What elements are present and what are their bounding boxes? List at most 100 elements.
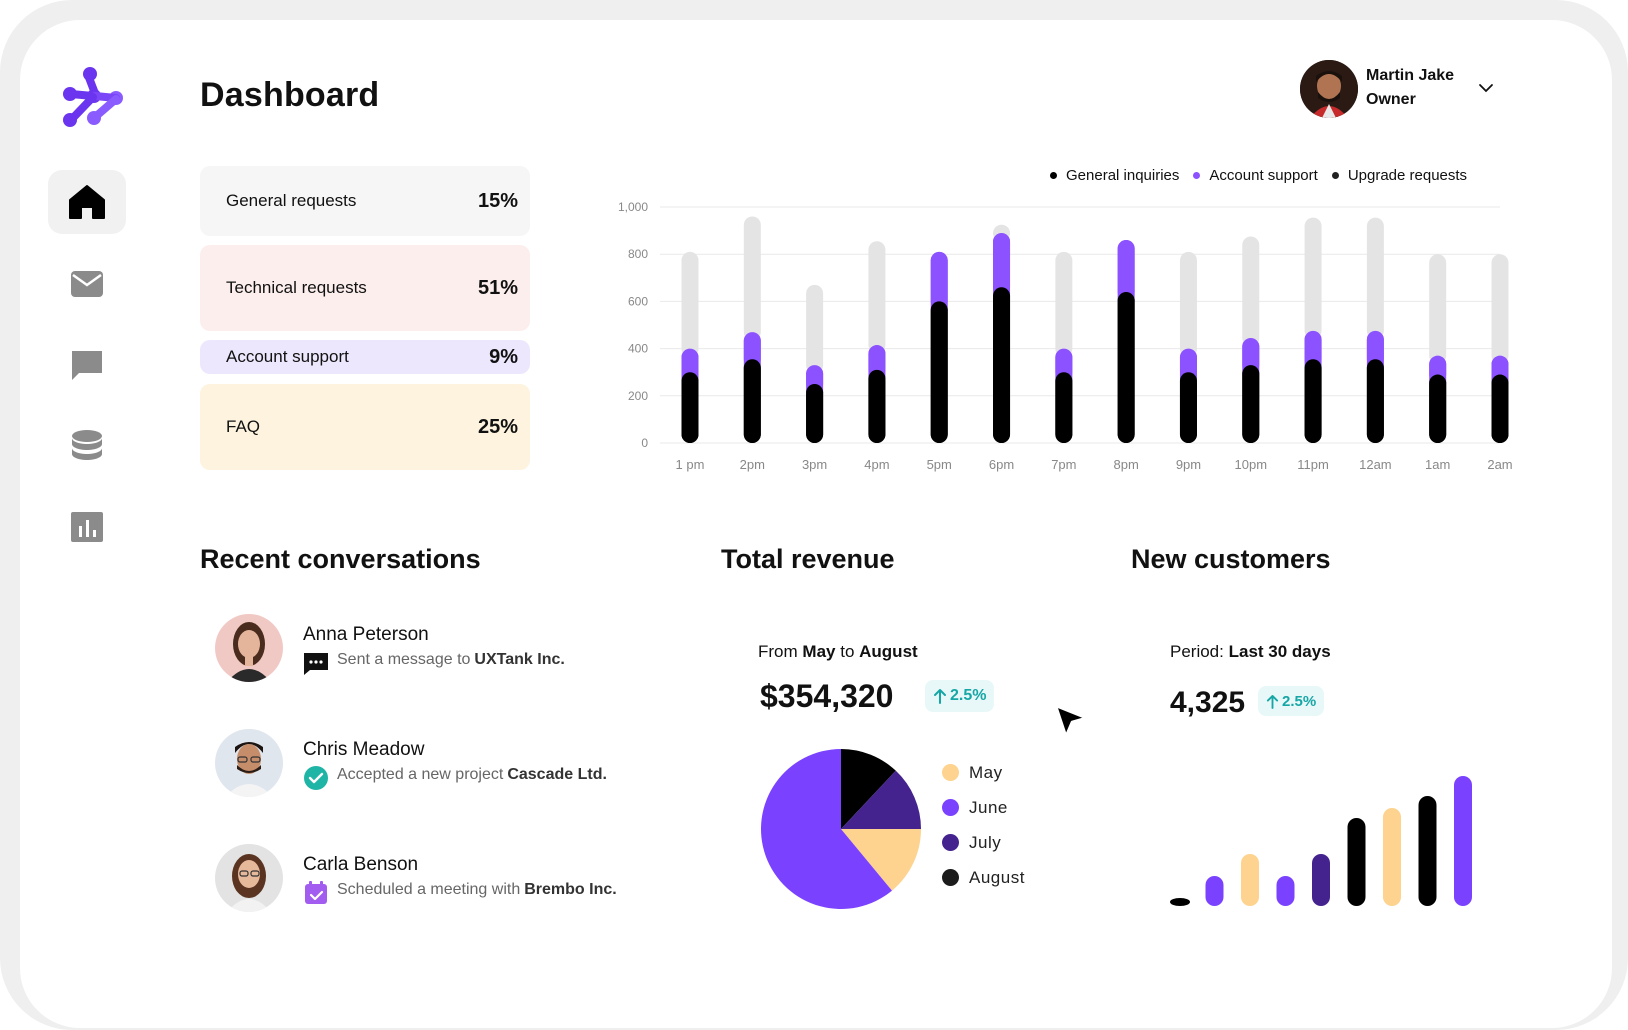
- arrow-up-icon: [1266, 694, 1279, 709]
- conversation-action: Scheduled a meeting with Brembo Inc.: [337, 881, 617, 899]
- pie-legend: May June July August: [942, 755, 1025, 895]
- legend-item-general-inquiries: General inquiries: [1050, 167, 1179, 184]
- bar-segment: [930, 301, 948, 443]
- section-title-conversations: Recent conversations: [200, 544, 481, 574]
- request-card-faq[interactable]: FAQ 25%: [200, 384, 530, 470]
- y-tick-label: 1,000: [618, 200, 648, 214]
- action-target: Cascade Ltd.: [507, 766, 607, 783]
- sidebar-item-mail[interactable]: [48, 252, 126, 316]
- customer-bar: [1454, 776, 1472, 906]
- bar-segment: [743, 359, 761, 443]
- request-value: 25%: [477, 415, 518, 438]
- action-text: Accepted a new project: [337, 766, 504, 783]
- legend-dot: [942, 834, 959, 851]
- user-name: Martin Jake: [1366, 67, 1455, 84]
- bar-segment: [993, 287, 1011, 443]
- bar-segment: [868, 369, 886, 443]
- contact-name: Carla Benson: [303, 854, 419, 875]
- x-tick-label: 6pm: [989, 457, 1014, 472]
- bar-segment: [1242, 236, 1260, 347]
- revenue-value: $354,320: [760, 678, 894, 714]
- request-value: 9%: [489, 345, 518, 368]
- sidebar-item-chat[interactable]: [48, 333, 126, 397]
- customer-bar: [1418, 796, 1437, 906]
- customer-bar: [1205, 876, 1224, 906]
- action-target: Brembo Inc.: [524, 881, 617, 898]
- x-tick-label: 3pm: [802, 457, 827, 472]
- bar-segment: [1304, 217, 1322, 340]
- request-label: General requests: [226, 191, 357, 210]
- request-card-account-support[interactable]: Account support 9%: [200, 340, 530, 374]
- period-to: August: [859, 642, 918, 661]
- x-tick-label: 4pm: [864, 457, 889, 472]
- customer-bar: [1347, 818, 1366, 906]
- legend-dot: [1050, 172, 1057, 179]
- pie-legend-item: June: [942, 790, 1025, 825]
- customers-bar-chart: [1170, 776, 1472, 906]
- requests-bar-chart: 1,000 800 600 400 200 0 1 pm 2pm 3pm 4pm 5pm 6pm 7pm…: [618, 200, 1513, 472]
- bar-segment: [1429, 374, 1447, 443]
- x-tick-label: 11pm: [1297, 457, 1329, 472]
- request-card-general[interactable]: General requests 15%: [200, 166, 530, 236]
- bar-segment: [1055, 372, 1073, 443]
- sidebar-item-home[interactable]: [48, 170, 126, 234]
- sidebar-item-database[interactable]: [48, 414, 126, 478]
- bar-segment: [806, 284, 824, 374]
- x-tick-label: 7pm: [1051, 457, 1076, 472]
- avatar: [215, 614, 283, 682]
- x-tick-label: 5pm: [927, 457, 952, 472]
- calendar-icon: [305, 881, 327, 904]
- bar-segment: [1491, 254, 1509, 365]
- conversation-item[interactable]: Carla Benson Scheduled a meeting with Bre…: [215, 844, 675, 914]
- legend-label: Account support: [1209, 167, 1318, 184]
- pie-legend-item: August: [942, 860, 1025, 895]
- user-role: Owner: [1366, 91, 1416, 108]
- contact-name: Chris Meadow: [303, 739, 425, 760]
- legend-label: August: [969, 867, 1025, 887]
- sidebar-item-reports[interactable]: [48, 495, 126, 559]
- home-icon: [69, 185, 105, 219]
- mouse-cursor-icon: [1054, 704, 1088, 738]
- conversation-action: Sent a message to UXTank Inc.: [337, 651, 565, 669]
- y-tick-label: 600: [628, 294, 648, 308]
- bar-segment: [1179, 372, 1197, 443]
- customers-value: 4,325: [1170, 686, 1246, 719]
- change-value: 2.5%: [1282, 692, 1317, 710]
- request-label: Technical requests: [226, 278, 367, 297]
- bar-segment: [1117, 291, 1135, 443]
- avatar: [215, 844, 283, 912]
- legend-item-account-support: Account support: [1193, 167, 1318, 184]
- conversation-item[interactable]: Chris Meadow Accepted a new project Casca…: [215, 729, 675, 799]
- x-tick-label: 9pm: [1176, 457, 1201, 472]
- customers-period: Period: Last 30 days: [1170, 642, 1331, 662]
- x-tick-label: 10pm: [1235, 457, 1268, 472]
- pie-legend-item: May: [942, 755, 1025, 790]
- x-tick-label: 1 pm: [676, 457, 705, 472]
- x-tick-label: 2pm: [740, 457, 765, 472]
- bar-segment: [806, 384, 824, 443]
- bar-segment: [1055, 251, 1073, 358]
- change-value: 2.5%: [950, 687, 987, 704]
- database-icon: [72, 430, 102, 460]
- customer-bar: [1383, 808, 1401, 906]
- period-value: Last 30 days: [1228, 642, 1331, 661]
- pie-legend-item: July: [942, 825, 1025, 860]
- request-card-technical[interactable]: Technical requests 51%: [200, 245, 530, 331]
- bar-segment: [1366, 217, 1384, 340]
- avatar: [215, 729, 283, 797]
- section-title-revenue: Total revenue: [721, 544, 895, 574]
- action-text: Scheduled a meeting with: [337, 881, 521, 898]
- logo-icon: [63, 67, 123, 127]
- legend-dot: [1331, 172, 1339, 179]
- conversation-item[interactable]: Anna Peterson Sent a message to UXTank In…: [215, 614, 675, 684]
- legend-item-upgrade-requests: Upgrade requests: [1331, 167, 1468, 184]
- action-target: UXTank Inc.: [474, 651, 565, 668]
- mail-icon: [71, 271, 103, 297]
- chat-icon: [72, 351, 102, 380]
- chevron-down-icon[interactable]: [1478, 82, 1494, 94]
- legend-label: Upgrade requests: [1347, 167, 1468, 184]
- user-menu[interactable]: Martin Jake Owner: [1300, 60, 1520, 118]
- period-from: May: [802, 642, 836, 661]
- y-tick-label: 0: [641, 436, 648, 450]
- bar-segment: [681, 372, 699, 443]
